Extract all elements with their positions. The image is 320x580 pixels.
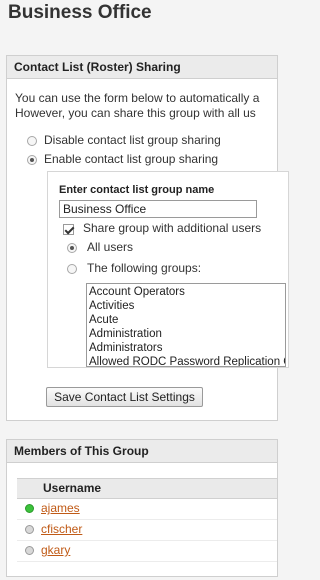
member-username-link[interactable]: ajames	[41, 501, 80, 515]
members-panel-header: Members of This Group	[7, 440, 277, 463]
member-username-link[interactable]: gkary	[41, 543, 70, 557]
share-additional-checkbox[interactable]	[63, 224, 74, 235]
following-groups-radio[interactable]	[67, 264, 77, 274]
description-line-2: However, you can share this group with a…	[15, 106, 256, 120]
members-table: Username ajames cfischer gkary	[17, 478, 277, 562]
group-option[interactable]: Administrators	[87, 341, 285, 355]
save-contact-list-settings-button[interactable]: Save Contact List Settings	[46, 387, 203, 407]
table-row: ajames	[17, 499, 277, 520]
page-title: Business Office	[8, 2, 152, 23]
enable-sharing-label[interactable]: Enable contact list group sharing	[44, 152, 218, 166]
member-username-link[interactable]: cfischer	[41, 522, 82, 536]
sharing-panel-header: Contact List (Roster) Sharing	[7, 56, 277, 79]
offline-status-icon	[25, 525, 34, 534]
following-groups-label[interactable]: The following groups:	[87, 261, 201, 275]
group-option[interactable]: Acute	[87, 313, 285, 327]
group-name-heading: Enter contact list group name	[59, 184, 215, 196]
contact-list-sharing-panel: Contact List (Roster) Sharing You can us…	[6, 55, 289, 421]
share-additional-label[interactable]: Share group with additional users	[83, 221, 261, 235]
table-row: gkary	[17, 541, 277, 562]
group-option[interactable]: Account Operators	[87, 285, 285, 299]
disable-sharing-label[interactable]: Disable contact list group sharing	[44, 133, 221, 147]
description-line-1: You can use the form below to automatica…	[15, 91, 260, 105]
group-option[interactable]: Administration	[87, 327, 285, 341]
all-users-label[interactable]: All users	[87, 240, 133, 254]
online-status-icon	[25, 504, 34, 513]
disable-sharing-radio[interactable]	[27, 136, 37, 146]
group-name-input[interactable]	[59, 200, 257, 218]
all-users-radio[interactable]	[67, 243, 77, 253]
sharing-settings-box: Enter contact list group name Share grou…	[47, 171, 289, 368]
group-option[interactable]: Activities	[87, 299, 285, 313]
offline-status-icon	[25, 546, 34, 555]
group-option[interactable]: Allowed RODC Password Replication Group	[87, 355, 285, 366]
username-column-header[interactable]: Username	[17, 478, 277, 499]
group-members-panel: Members of This Group Username ajames cf…	[6, 439, 278, 577]
enable-sharing-radio[interactable]	[27, 155, 37, 165]
table-row: cfischer	[17, 520, 277, 541]
groups-listbox[interactable]: Account Operators Activities Acute Admin…	[86, 283, 286, 367]
